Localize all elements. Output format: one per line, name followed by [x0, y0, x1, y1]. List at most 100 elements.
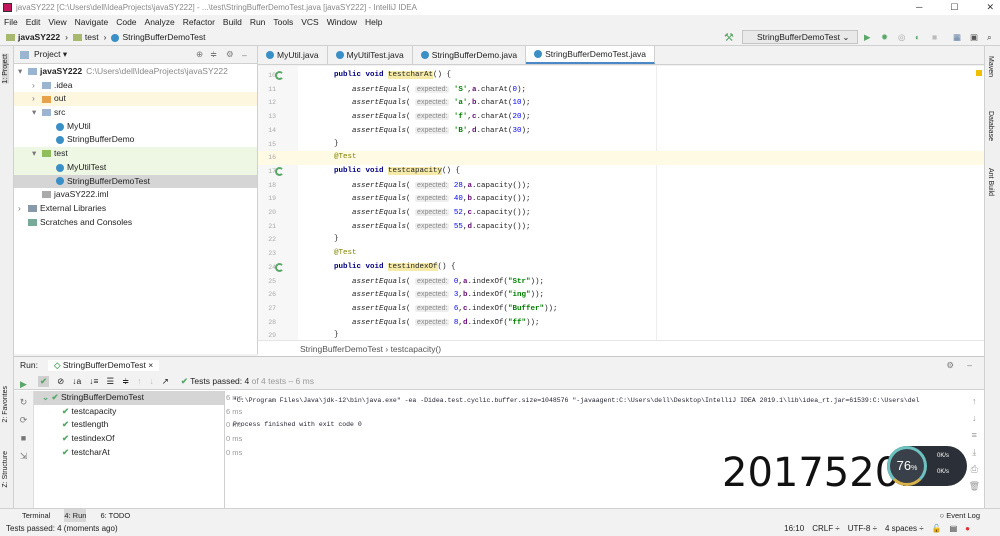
tab-stringbufferdemotest-java[interactable]: StringBufferDemoTest.java — [526, 46, 656, 64]
bottom-tab-6-todo[interactable]: 6: TODO — [100, 509, 130, 522]
scroll-end-icon[interactable]: ⤓ — [969, 444, 980, 461]
chevron-icon[interactable]: › — [32, 79, 42, 93]
run-test-gutter-icon[interactable] — [275, 71, 284, 80]
bottom-tab-terminal[interactable]: Terminal — [22, 509, 50, 522]
menu-analyze[interactable]: Analyze — [145, 15, 175, 29]
indent-setting[interactable]: 4 spaces ÷ — [885, 522, 924, 536]
terminal-icon[interactable]: ▣ — [970, 32, 978, 43]
chevron-icon[interactable]: › — [18, 202, 28, 216]
project-structure-icon[interactable]: ▦ — [953, 32, 961, 43]
show-passed-toggle[interactable]: ✔ — [38, 375, 50, 387]
collapse-icon[interactable]: ≑ — [210, 49, 217, 60]
run-test-gutter-icon[interactable] — [275, 262, 284, 272]
rerun-failed-icon[interactable]: ↻ — [14, 393, 33, 411]
hide-panel-icon[interactable]: – — [967, 360, 972, 370]
structure-tool-tab[interactable]: Z: Structure — [2, 451, 9, 488]
test-result-item[interactable]: ✔ testlength 0 ms — [34, 418, 242, 432]
nav-crumb-project[interactable]: javaSY222 — [6, 32, 60, 42]
menu-window[interactable]: Window — [327, 15, 357, 29]
export-icon[interactable]: ↗ — [162, 376, 169, 387]
chevron-icon[interactable]: ▾ — [18, 65, 28, 79]
sort-alpha-icon[interactable]: ↓a — [72, 376, 81, 386]
test-result-item[interactable]: ✔ testcapacity 6 ms — [34, 405, 242, 419]
run-icon[interactable]: ▶ — [864, 32, 871, 43]
tree-item-src[interactable]: ▾ src — [14, 106, 257, 120]
scroll-up-icon[interactable]: ↑ — [969, 393, 980, 410]
close-button[interactable]: ✕ — [986, 0, 994, 15]
menu-file[interactable]: File — [4, 15, 18, 29]
maximize-button[interactable]: ☐ — [950, 0, 958, 15]
profile-icon[interactable]: ◐ — [915, 32, 920, 42]
hide-icon[interactable]: – — [242, 50, 247, 60]
locate-icon[interactable]: ⊕ — [196, 49, 203, 60]
favorites-tool-tab[interactable]: 2: Favorites — [2, 386, 9, 423]
menu-refactor[interactable]: Refactor — [183, 15, 215, 29]
chevron-icon[interactable]: ▾ — [32, 106, 42, 120]
search-icon[interactable]: ⌕ — [987, 32, 992, 43]
tree-item-out[interactable]: › out — [14, 92, 257, 107]
maven-tool-tab[interactable]: Maven — [987, 56, 994, 77]
toggle-autotest-icon[interactable]: ⟳ — [14, 411, 33, 429]
show-ignored-toggle[interactable]: ⊘ — [57, 376, 64, 387]
ant-build-tool-tab[interactable]: Ant Build — [987, 168, 994, 196]
tab-myutil-java[interactable]: MyUtil.java — [258, 46, 328, 64]
tab-stringbufferdemo-java[interactable]: StringBufferDemo.java — [413, 46, 527, 64]
project-view-dropdown[interactable]: Project ▾ — [34, 49, 67, 60]
soft-wrap-icon[interactable]: ≡ — [969, 427, 980, 444]
tree-item-myutiltest[interactable]: MyUtilTest — [14, 160, 257, 175]
chevron-icon[interactable]: ▾ — [32, 147, 42, 161]
next-failed-icon[interactable]: ↓ — [149, 376, 153, 386]
gear-icon[interactable]: ⚙ — [226, 49, 234, 60]
error-icon[interactable]: ● — [965, 522, 970, 536]
event-log-tab[interactable]: ○ Event Log — [940, 509, 980, 523]
scroll-down-icon[interactable]: ↓ — [969, 410, 980, 427]
stop-icon[interactable]: ■ — [932, 32, 937, 42]
tree-item-javasy222-iml[interactable]: javaSY222.iml — [14, 188, 257, 202]
tree-item-myutil[interactable]: MyUtil — [14, 120, 257, 134]
expand-all-icon[interactable]: ☰ — [106, 376, 114, 387]
menu-view[interactable]: View — [48, 15, 66, 29]
prev-failed-icon[interactable]: ↑ — [137, 376, 141, 386]
crumb-method[interactable]: testcapacity() — [391, 344, 442, 354]
tab-myutiltest-java[interactable]: MyUtilTest.java — [328, 46, 413, 64]
build-hammer-icon[interactable]: ⚒ — [724, 31, 734, 44]
stop-run-icon[interactable]: ■ — [14, 429, 33, 447]
restore-layout-icon[interactable]: ⇲ — [14, 447, 33, 465]
test-result-item[interactable]: ✔ testcharAt 0 ms — [34, 446, 242, 460]
tree-item-external-libraries[interactable]: › External Libraries — [14, 202, 257, 216]
nav-crumb-test[interactable]: test — [72, 32, 99, 42]
line-separator[interactable]: CRLF ÷ — [812, 522, 840, 536]
lock-icon[interactable]: 🔓 — [932, 522, 942, 536]
minimize-button[interactable]: ─ — [916, 0, 922, 15]
menu-vcs[interactable]: VCS — [301, 15, 318, 29]
crumb-class[interactable]: StringBufferDemoTest — [300, 344, 383, 354]
memory-icon[interactable]: ▤ — [950, 522, 958, 536]
settings-icon[interactable]: ⚙ — [946, 360, 954, 371]
tree-item-stringbufferdemo[interactable]: StringBufferDemo — [14, 133, 257, 147]
menu-tools[interactable]: Tools — [273, 15, 293, 29]
run-tab[interactable]: ◇ StringBufferDemoTest × — [47, 359, 160, 371]
debug-icon[interactable]: ✹ — [881, 32, 888, 43]
print-icon[interactable]: ⎙ — [969, 461, 980, 478]
chevron-icon[interactable]: › — [32, 92, 42, 106]
menu-code[interactable]: Code — [116, 15, 136, 29]
menu-build[interactable]: Build — [223, 15, 242, 29]
file-encoding[interactable]: UTF-8 ÷ — [848, 522, 877, 536]
tree-item-javasy222[interactable]: ▾ javaSY222 C:\Users\dell\IdeaProjects\jav… — [14, 65, 257, 79]
caret-position[interactable]: 16:10 — [784, 522, 804, 536]
test-result-item[interactable]: ⌄ ✔ StringBufferDemoTest 6 ms — [34, 391, 242, 405]
database-tool-tab[interactable]: Database — [987, 111, 994, 141]
menu-help[interactable]: Help — [365, 15, 382, 29]
coverage-icon[interactable]: ◎ — [898, 32, 905, 43]
collapse-all-icon[interactable]: ≑ — [122, 376, 129, 387]
project-tool-tab[interactable]: 1: Project — [2, 54, 9, 84]
nav-crumb-class[interactable]: StringBufferDemoTest — [111, 32, 205, 42]
clear-icon[interactable]: 🗑 — [969, 478, 980, 495]
tree-item-scratches-and-consoles[interactable]: Scratches and Consoles — [14, 216, 257, 230]
menu-edit[interactable]: Edit — [26, 15, 41, 29]
tree-item--idea[interactable]: › .idea — [14, 79, 257, 93]
test-result-item[interactable]: ✔ testindexOf 0 ms — [34, 432, 242, 446]
rerun-icon[interactable]: ▶ — [14, 375, 33, 393]
run-test-gutter-icon[interactable] — [275, 166, 284, 176]
menu-navigate[interactable]: Navigate — [75, 15, 109, 29]
